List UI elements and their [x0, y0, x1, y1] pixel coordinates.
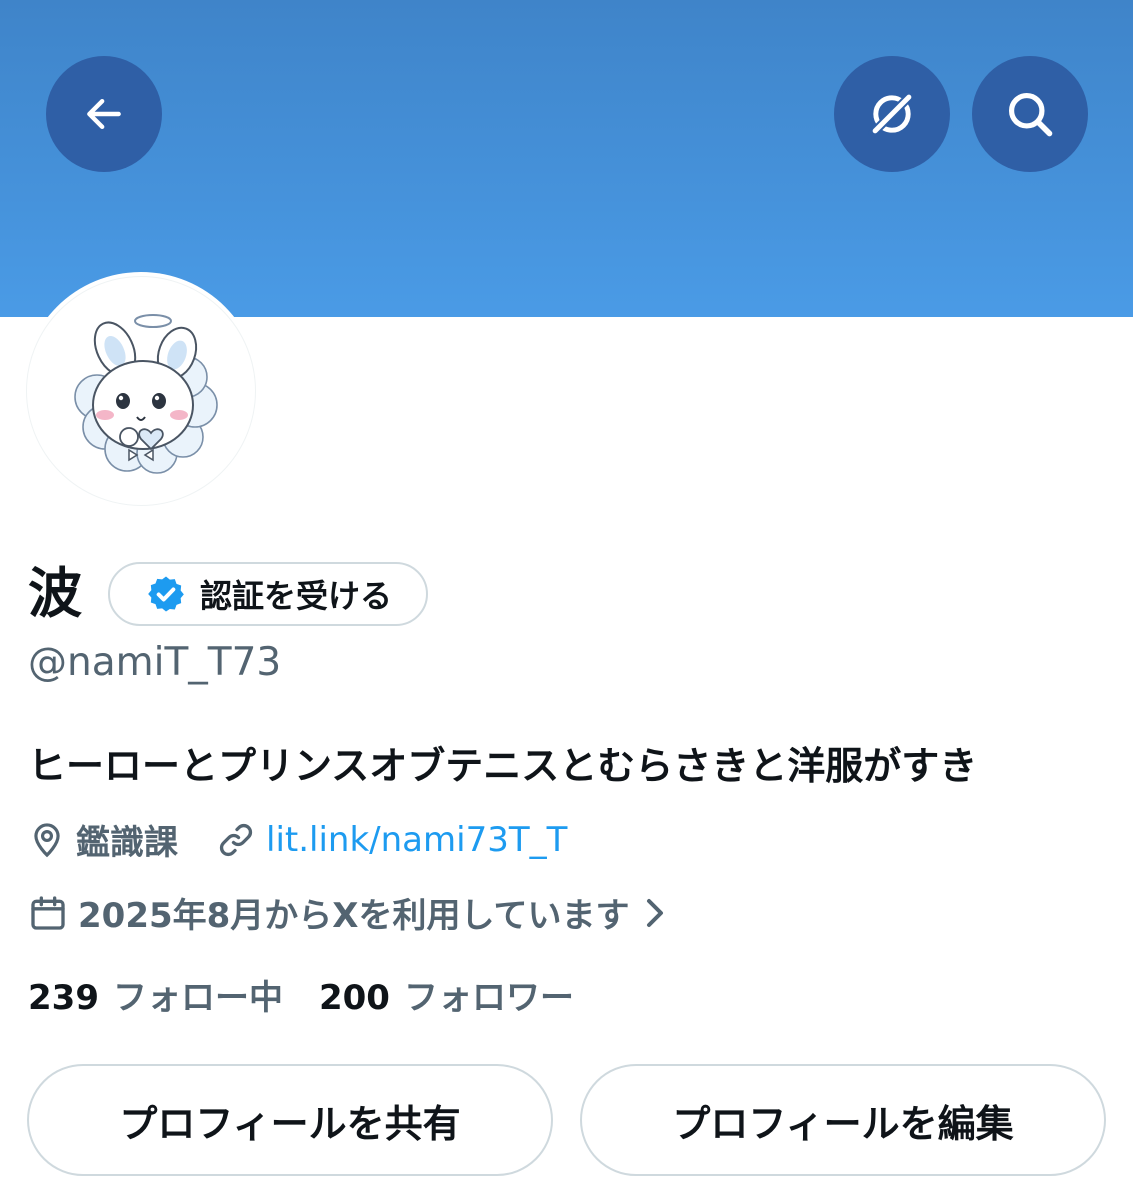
arrow-left-icon — [87, 98, 121, 130]
calendar-icon — [28, 893, 68, 933]
profile-bio: ヒーローとプリンスオブテニスとむらさきと洋服がすき — [28, 744, 978, 788]
link-icon — [216, 820, 256, 860]
profile-location: 鑑識課 — [76, 823, 178, 863]
bunny-illustration — [74, 314, 218, 474]
search-button[interactable] — [972, 56, 1088, 172]
profile-meta-location-link: 鑑識課 lit.link/nami73T_T — [28, 815, 567, 864]
following-count: 239 — [28, 978, 99, 1018]
chevron-right-icon[interactable] — [643, 897, 667, 929]
edit-profile-button[interactable]: プロフィールを編集 — [580, 1064, 1106, 1176]
search-icon — [1008, 92, 1053, 137]
display-name: 波 — [28, 562, 82, 625]
follow-stats: 239 フォロー中 200 フォロワー — [28, 970, 574, 1019]
profile-joined-date: 2025年8月からXを利用しています — [78, 896, 630, 936]
verified-badge-icon — [146, 574, 186, 614]
get-verified-button[interactable]: 認証を受ける — [108, 562, 429, 626]
grok-icon — [868, 90, 916, 138]
share-profile-button[interactable]: プロフィールを共有 — [27, 1064, 553, 1176]
location-pin-icon — [28, 820, 66, 860]
profile-meta-joined: 2025年8月からXを利用しています — [28, 888, 667, 937]
name-row: 波 認証を受ける — [28, 558, 429, 630]
followers-label: フォロワー — [403, 978, 574, 1018]
grok-button[interactable] — [834, 56, 950, 172]
profile-handle: @namiT_T73 — [28, 640, 282, 685]
following-stat[interactable]: 239 フォロー中 — [28, 970, 283, 1019]
followers-stat[interactable]: 200 フォロワー — [319, 970, 574, 1019]
get-verified-label: 認証を受ける — [200, 577, 393, 615]
profile-banner[interactable] — [0, 0, 1133, 317]
followers-count: 200 — [318, 978, 390, 1018]
profile-avatar[interactable] — [22, 272, 260, 510]
back-button[interactable] — [46, 56, 162, 172]
following-label: フォロー中 — [112, 978, 283, 1018]
profile-website-link[interactable]: lit.link/nami73T_T — [266, 820, 567, 860]
